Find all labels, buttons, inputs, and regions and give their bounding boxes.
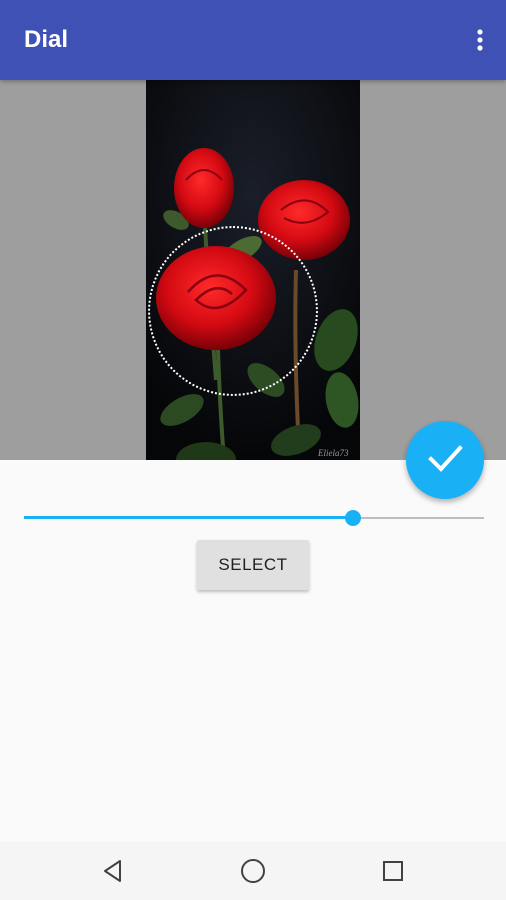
size-slider[interactable] bbox=[24, 506, 484, 530]
confirm-fab[interactable] bbox=[406, 421, 484, 499]
watermark: Eliela73 bbox=[317, 448, 349, 458]
select-button[interactable]: SELECT bbox=[197, 540, 309, 590]
app-title: Dial bbox=[24, 26, 69, 53]
screen: Dial Eliela73 SELECT bbox=[0, 0, 506, 900]
app-bar: Dial bbox=[0, 0, 506, 80]
recents-icon[interactable] bbox=[378, 856, 408, 886]
check-icon bbox=[425, 438, 465, 483]
back-icon[interactable] bbox=[98, 856, 128, 886]
crop-circle[interactable] bbox=[148, 226, 318, 396]
home-icon[interactable] bbox=[238, 856, 268, 886]
slider-fill bbox=[24, 516, 353, 519]
slider-thumb[interactable] bbox=[344, 510, 361, 526]
image-preview-area: Eliela73 bbox=[0, 80, 506, 460]
more-vert-icon[interactable] bbox=[468, 20, 492, 60]
navigation-bar bbox=[0, 842, 506, 900]
